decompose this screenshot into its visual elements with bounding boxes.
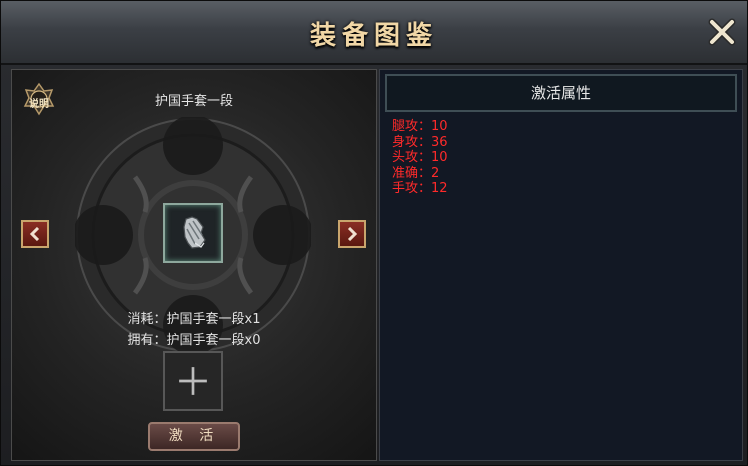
chevron-left-icon xyxy=(29,227,40,241)
attribute-list: 腿攻：10 身攻：36 头攻：10 准确：2 手攻：12 xyxy=(392,119,448,197)
plus-icon xyxy=(179,367,207,395)
chevron-right-icon xyxy=(347,227,358,241)
item-name: 护国手套一段 xyxy=(154,94,233,109)
activate-button[interactable]: 激 活 xyxy=(148,422,240,451)
equipment-atlas-window: 装备图鉴 说明 护国手套一段 消耗：护国手套一段x1 拥有：护国手套一段x0 激… xyxy=(0,0,748,466)
item-slot[interactable] xyxy=(163,203,223,263)
attribute-row: 准确：2 xyxy=(392,165,440,181)
next-item-button[interactable] xyxy=(338,220,366,248)
window-title: 装备图鉴 xyxy=(309,21,438,51)
close-x-icon xyxy=(708,18,736,46)
item-panel: 说明 护国手套一段 消耗：护国手套一段x1 拥有：护国手套一段x0 激 活 xyxy=(11,69,377,461)
title-bar: 装备图鉴 xyxy=(1,1,747,65)
previous-item-button[interactable] xyxy=(21,220,49,248)
attribute-panel: 激活属性 腿攻：10 身攻：36 头攻：10 准确：2 手攻：12 xyxy=(379,69,743,461)
glove-icon xyxy=(183,216,206,249)
attribute-row: 手攻：12 xyxy=(392,181,448,196)
owned-text: 拥有：护国手套一段x0 xyxy=(127,333,261,348)
attribute-row: 腿攻：10 xyxy=(392,119,448,134)
cost-text: 消耗：护国手套一段x1 xyxy=(127,312,261,327)
attribute-header: 激活属性 xyxy=(385,74,737,112)
add-material-slot[interactable] xyxy=(163,351,223,411)
attribute-row: 头攻：10 xyxy=(392,150,448,165)
close-button[interactable] xyxy=(705,15,739,49)
attribute-row: 身攻：36 xyxy=(392,134,448,150)
